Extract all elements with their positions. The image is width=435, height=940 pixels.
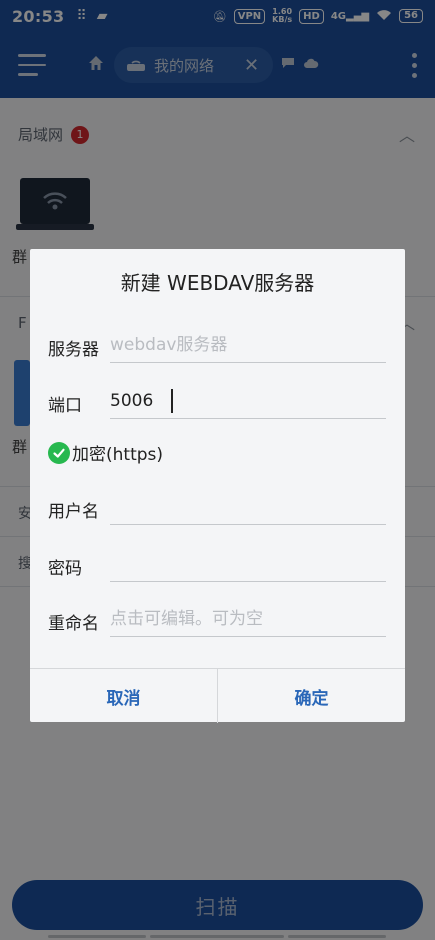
encrypt-checkbox-row[interactable]: 加密(https) <box>48 440 163 465</box>
port-label: 端口 <box>48 396 82 416</box>
port-field-row: 端口 <box>48 383 388 423</box>
confirm-button[interactable]: 确定 <box>218 669 405 723</box>
dialog-footer: 取消 确定 <box>30 668 405 723</box>
new-webdav-server-dialog: 新建 WEBDAV服务器 服务器 端口 加密(https) 用户名 密码 重命名… <box>30 249 405 723</box>
username-label: 用户名 <box>48 502 99 522</box>
dialog-title: 新建 WEBDAV服务器 <box>120 271 315 295</box>
rename-field-row: 重命名 <box>48 601 388 641</box>
check-circle-icon[interactable] <box>48 441 70 464</box>
text-caret <box>171 389 173 413</box>
username-field-row: 用户名 <box>48 489 388 529</box>
server-field-row: 服务器 <box>48 327 388 367</box>
server-input[interactable] <box>110 327 386 363</box>
encrypt-label: 加密(https) <box>72 445 164 465</box>
username-input[interactable] <box>110 489 386 525</box>
rename-input[interactable] <box>110 601 386 637</box>
password-field-row: 密码 <box>48 546 388 586</box>
port-input[interactable] <box>110 383 386 419</box>
password-label: 密码 <box>48 559 82 579</box>
cancel-button[interactable]: 取消 <box>30 669 217 723</box>
server-label: 服务器 <box>48 340 99 360</box>
password-input[interactable] <box>110 546 386 582</box>
rename-label: 重命名 <box>48 614 99 634</box>
